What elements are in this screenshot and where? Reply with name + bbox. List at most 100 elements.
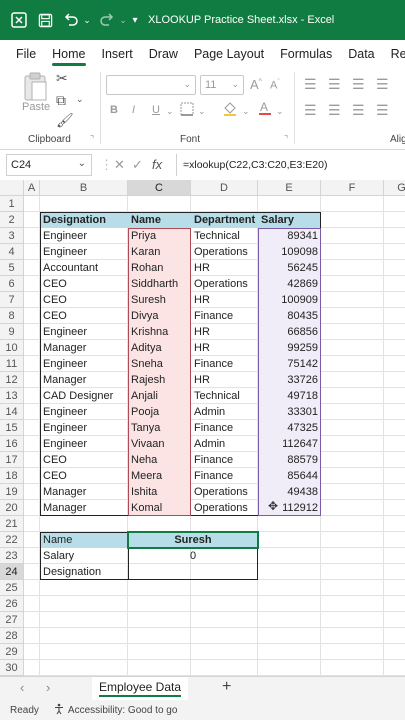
table-cell[interactable]: HR	[191, 372, 258, 388]
row-header-29[interactable]: 29	[0, 644, 24, 660]
table-cell[interactable]: 49438	[258, 484, 321, 500]
table-cell[interactable]: 88579	[258, 452, 321, 468]
table-cell[interactable]: 109098	[258, 244, 321, 260]
lookup-designation-label[interactable]: Designation	[40, 564, 128, 580]
table-cell[interactable]: Anjali	[128, 388, 191, 404]
table-cell[interactable]: Engineer	[40, 356, 128, 372]
increase-font-icon[interactable]: A^	[250, 77, 262, 92]
table-cell[interactable]: Engineer	[40, 324, 128, 340]
underline-dropdown-icon[interactable]: ⌄	[166, 106, 174, 117]
worksheet-grid[interactable]: A B C D E F G 1 2 3 4 5 6 7 8 9 10 11 12 13 14 15 16 17 18 19 20 21…	[0, 180, 405, 676]
table-header-cell[interactable]: Name	[128, 212, 191, 228]
table-cell[interactable]: Accountant	[40, 260, 128, 276]
tab-insert[interactable]: Insert	[94, 47, 141, 66]
row-header-1[interactable]: 1	[0, 196, 24, 212]
table-cell[interactable]: Technical	[191, 388, 258, 404]
row-header-12[interactable]: 12	[0, 372, 24, 388]
row-header-28[interactable]: 28	[0, 628, 24, 644]
table-cell[interactable]: Meera	[128, 468, 191, 484]
row-header-11[interactable]: 11	[0, 356, 24, 372]
table-cell[interactable]: Rajesh	[128, 372, 191, 388]
tab-file[interactable]: File	[0, 47, 44, 66]
row-header-5[interactable]: 5	[0, 260, 24, 276]
font-name-select[interactable]: ⌄	[106, 75, 196, 95]
tab-draw[interactable]: Draw	[141, 47, 186, 66]
table-cell[interactable]: CEO	[40, 308, 128, 324]
table-cell[interactable]: Technical	[191, 228, 258, 244]
table-cell[interactable]: CEO	[40, 468, 128, 484]
table-cell[interactable]: Finance	[191, 308, 258, 324]
row-header-15[interactable]: 15	[0, 420, 24, 436]
table-cell[interactable]: Operations	[191, 244, 258, 260]
table-cell[interactable]: Finance	[191, 420, 258, 436]
table-cell[interactable]: 56245	[258, 260, 321, 276]
table-cell[interactable]: Tanya	[128, 420, 191, 436]
borders-icon[interactable]	[180, 102, 194, 119]
cut-icon[interactable]: ✂	[56, 70, 68, 87]
row-header-25[interactable]: 25	[0, 580, 24, 596]
redo-icon[interactable]	[96, 9, 118, 31]
column-header-b[interactable]: B	[40, 180, 128, 196]
lookup-name-label[interactable]: Name	[40, 532, 128, 548]
undo-icon[interactable]	[60, 9, 82, 31]
next-sheet-icon[interactable]: ›	[46, 680, 50, 695]
row-header-24[interactable]: 24	[0, 564, 24, 580]
row-header-7[interactable]: 7	[0, 292, 24, 308]
table-cell[interactable]: Admin	[191, 436, 258, 452]
table-cell[interactable]: HR	[191, 324, 258, 340]
row-header-23[interactable]: 23	[0, 548, 24, 564]
table-cell[interactable]: Divya	[128, 308, 191, 324]
select-all-corner[interactable]	[0, 180, 24, 196]
align-middle-icon[interactable]: ☰	[328, 76, 341, 93]
row-header-26[interactable]: 26	[0, 596, 24, 612]
undo-dropdown-icon[interactable]: ⌄	[82, 9, 92, 31]
table-cell[interactable]: Engineer	[40, 228, 128, 244]
row-header-4[interactable]: 4	[0, 244, 24, 260]
table-cell[interactable]: Operations	[191, 484, 258, 500]
borders-dropdown-icon[interactable]: ⌄	[198, 106, 206, 117]
add-sheet-button[interactable]: +	[222, 678, 231, 696]
lookup-salary-value[interactable]: 0	[128, 548, 258, 564]
row-header-27[interactable]: 27	[0, 612, 24, 628]
table-cell[interactable]: Finance	[191, 468, 258, 484]
cancel-icon[interactable]: ✕	[114, 157, 125, 173]
italic-button[interactable]: I	[132, 104, 135, 116]
table-cell[interactable]: Neha	[128, 452, 191, 468]
font-launcher-icon[interactable]: ⌝	[284, 134, 288, 145]
font-size-select[interactable]: 11 ⌄	[200, 75, 244, 95]
bold-button[interactable]: B	[110, 104, 118, 116]
align-bottom-icon[interactable]: ☰	[352, 76, 365, 93]
redo-dropdown-icon[interactable]: ⌄	[118, 9, 128, 31]
row-header-8[interactable]: 8	[0, 308, 24, 324]
row-header-6[interactable]: 6	[0, 276, 24, 292]
table-cell[interactable]: 75142	[258, 356, 321, 372]
formula-options-icon[interactable]: ⋮	[100, 157, 113, 173]
orientation-icon[interactable]: ☰	[376, 76, 389, 93]
lookup-salary-label[interactable]: Salary	[40, 548, 128, 564]
table-cell[interactable]: 33301	[258, 404, 321, 420]
table-cell[interactable]: Engineer	[40, 420, 128, 436]
clipboard-launcher-icon[interactable]: ⌝	[90, 134, 94, 145]
row-header-20[interactable]: 20	[0, 500, 24, 516]
formula-input[interactable]: =xlookup(C22,C3:C20,E3:E20)	[176, 154, 405, 176]
accessibility-icon[interactable]	[53, 703, 65, 718]
decrease-font-icon[interactable]: Aˇ	[270, 79, 280, 92]
table-cell[interactable]: Ishita	[128, 484, 191, 500]
table-cell[interactable]: Karan	[128, 244, 191, 260]
table-cell[interactable]: Priya	[128, 228, 191, 244]
table-cell[interactable]: HR	[191, 292, 258, 308]
table-cell[interactable]: Manager	[40, 500, 128, 516]
tab-home[interactable]: Home	[44, 47, 93, 66]
column-header-a[interactable]: A	[24, 180, 40, 196]
format-painter-icon[interactable]: 🖌	[56, 112, 74, 129]
row-header-14[interactable]: 14	[0, 404, 24, 420]
font-color-dropdown-icon[interactable]: ⌄	[276, 106, 284, 117]
column-header-c[interactable]: C	[128, 180, 191, 196]
tab-review[interactable]: Review	[383, 47, 405, 66]
table-header-cell[interactable]: Salary	[258, 212, 321, 228]
table-cell[interactable]: Krishna	[128, 324, 191, 340]
fill-color-icon[interactable]	[222, 100, 238, 119]
row-header-2[interactable]: 2	[0, 212, 24, 228]
table-cell[interactable]: 112647	[258, 436, 321, 452]
table-header-cell[interactable]: Designation	[40, 212, 128, 228]
